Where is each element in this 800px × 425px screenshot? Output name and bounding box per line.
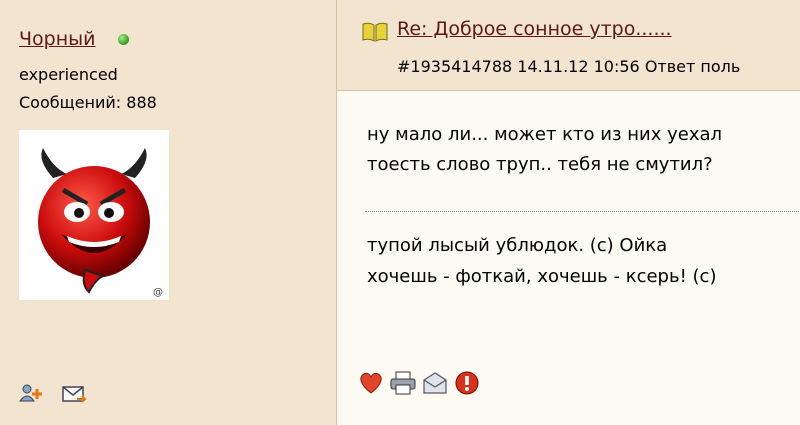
post-text-line: тоесть слово труп.. тебя не смутил? bbox=[367, 154, 713, 175]
author-name-link[interactable]: Чорный bbox=[19, 28, 95, 50]
signature-line: хочешь - фоткай, хочешь - ксерь! (с) bbox=[367, 266, 717, 287]
post-body: ну мало ли... может кто из них уехал тое… bbox=[337, 91, 800, 425]
svg-text:@: @ bbox=[153, 287, 163, 298]
report-icon[interactable] bbox=[453, 370, 481, 396]
post-meta: #1935414788 14.11.12 10:56 Ответ поль bbox=[397, 57, 741, 76]
heart-icon[interactable] bbox=[357, 370, 385, 396]
signature-line: тупой лысый ублюдок. (с) Ойка bbox=[367, 235, 668, 256]
post-actions bbox=[357, 370, 481, 396]
author-post-count: Сообщений: 888 bbox=[19, 93, 157, 112]
author-actions bbox=[19, 383, 87, 405]
message-icon[interactable] bbox=[421, 370, 449, 396]
topic-book-icon bbox=[362, 22, 388, 42]
add-friend-icon[interactable] bbox=[19, 383, 45, 405]
author-rank: experienced bbox=[19, 65, 118, 84]
online-status-icon bbox=[118, 34, 129, 45]
post-header: Re: Доброе сонное утро...... #1935414788… bbox=[337, 0, 800, 91]
mail-icon[interactable] bbox=[61, 383, 87, 405]
post-text-line: ну мало ли... может кто из них уехал bbox=[367, 124, 723, 145]
signature-divider bbox=[365, 211, 800, 212]
author-panel: Чорный experienced Сообщений: 888 @ bbox=[0, 0, 337, 425]
post-title-link[interactable]: Re: Доброе сонное утро...... bbox=[397, 18, 672, 40]
avatar: @ bbox=[19, 130, 169, 300]
post-panel: Re: Доброе сонное утро...... #1935414788… bbox=[337, 0, 800, 425]
print-icon[interactable] bbox=[389, 370, 417, 396]
